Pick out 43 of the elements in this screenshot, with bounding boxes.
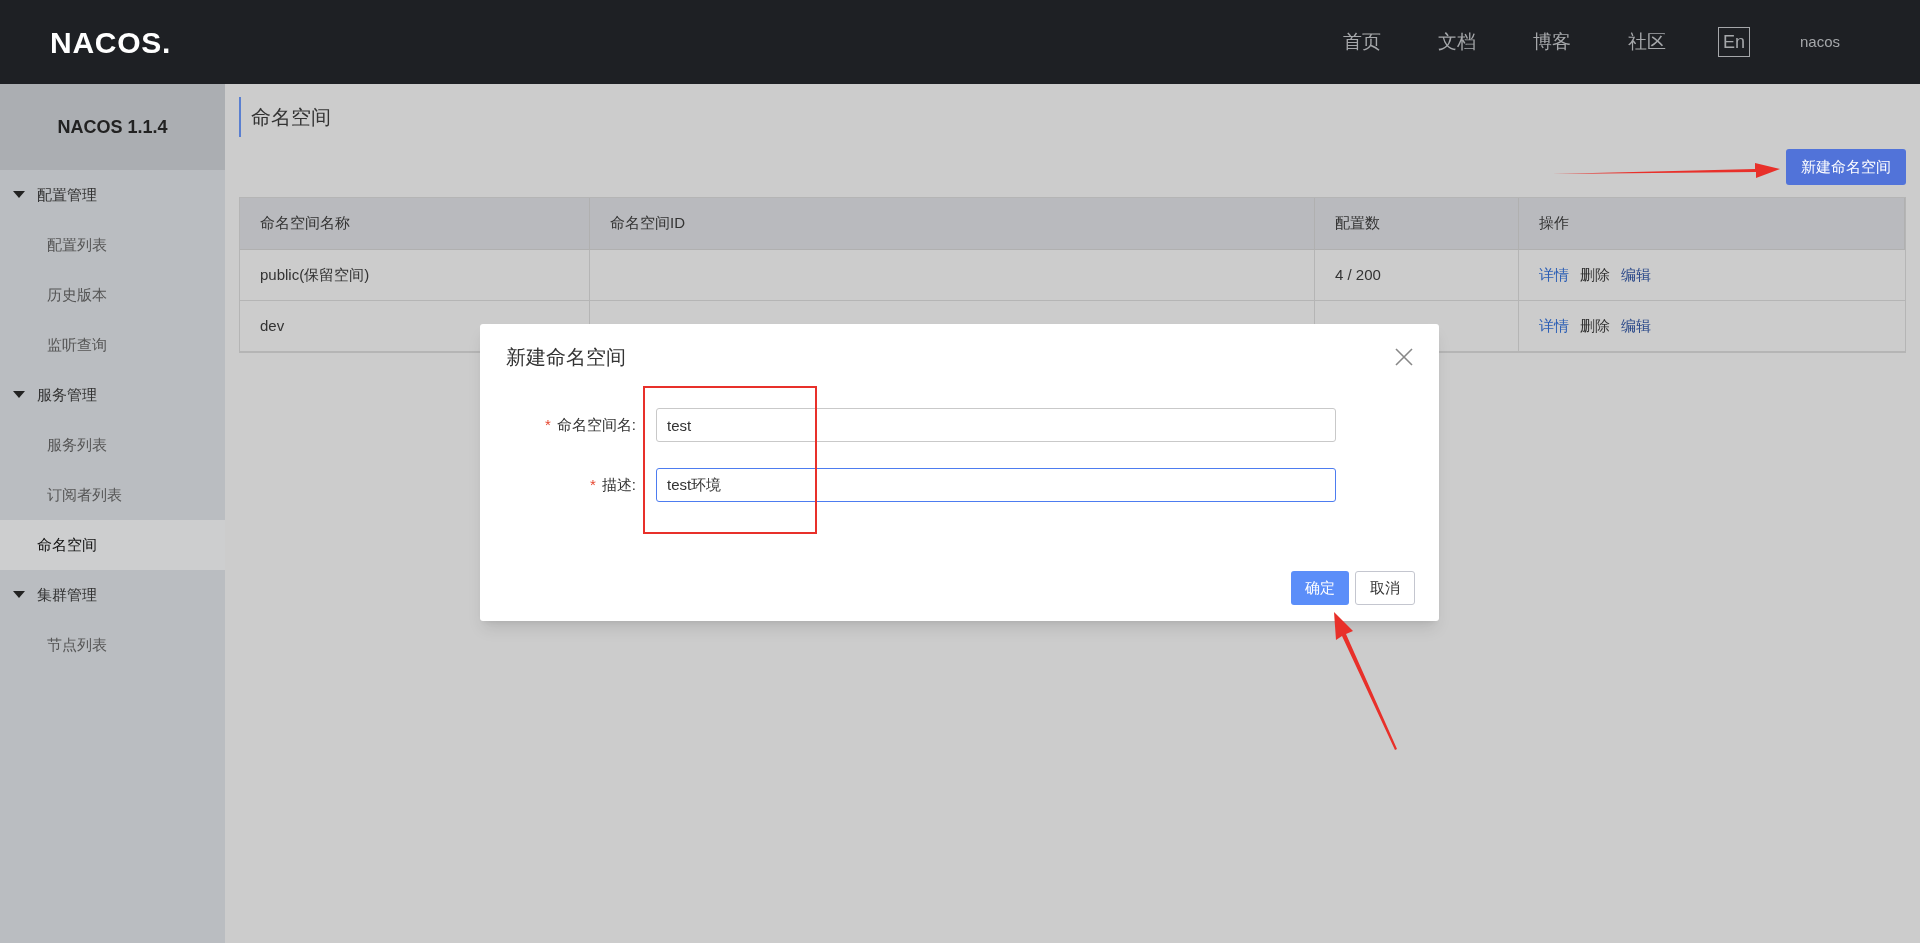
caret-icon — [13, 391, 25, 399]
column-header: 命名空间ID — [590, 198, 1315, 250]
menu-group[interactable]: 配置管理 — [0, 170, 225, 220]
table-cell: public(保留空间) — [240, 250, 590, 301]
page-title: 命名空间 — [251, 105, 331, 130]
field-label: 描述: — [601, 474, 636, 495]
action-link[interactable]: 删除 — [1580, 263, 1610, 287]
version-title: NACOS 1.1.4 — [57, 115, 168, 139]
column-header: 命名空间名称 — [240, 198, 590, 250]
table-cell: 4 / 200 — [1315, 250, 1519, 301]
menu-group[interactable]: 服务管理 — [0, 370, 225, 420]
required-mark: * — [545, 414, 551, 435]
nav-link[interactable]: 文档 — [1437, 27, 1476, 57]
user-name[interactable]: nacos — [1799, 30, 1840, 54]
action-link[interactable]: 编辑 — [1621, 263, 1651, 287]
menu-item[interactable]: 监听查询 — [0, 320, 225, 370]
nav-link[interactable]: 社区 — [1627, 27, 1666, 57]
menu-item[interactable]: 命名空间 — [0, 520, 225, 570]
menu-item[interactable]: 配置列表 — [0, 220, 225, 270]
nav-link[interactable]: 博客 — [1532, 27, 1571, 57]
action-link[interactable]: 删除 — [1580, 314, 1610, 338]
action-link[interactable]: 详情 — [1539, 263, 1569, 287]
logo[interactable]: NACOS. — [50, 19, 172, 65]
required-mark: * — [590, 474, 596, 495]
close-icon[interactable] — [1395, 348, 1413, 366]
dialog-button[interactable]: 取消 — [1355, 571, 1415, 605]
caret-icon — [13, 191, 25, 199]
menu-item[interactable]: 节点列表 — [0, 620, 225, 670]
action-link[interactable]: 编辑 — [1621, 314, 1651, 338]
language-button[interactable]: En — [1717, 27, 1750, 57]
action-link[interactable]: 详情 — [1539, 314, 1569, 338]
menu-item[interactable]: 历史版本 — [0, 270, 225, 320]
column-header: 操作 — [1519, 198, 1905, 250]
menu-item[interactable]: 服务列表 — [0, 420, 225, 470]
text-field[interactable]: test — [656, 408, 1336, 442]
new-namespace-button[interactable]: 新建命名空间 — [1786, 149, 1906, 185]
nav-link[interactable]: 首页 — [1342, 27, 1381, 57]
column-header: 配置数 — [1315, 198, 1519, 250]
caret-icon — [13, 591, 25, 599]
menu-item[interactable]: 订阅者列表 — [0, 470, 225, 520]
field-label: 命名空间名: — [556, 414, 636, 435]
menu-group[interactable]: 集群管理 — [0, 570, 225, 620]
text-field[interactable]: test环境 — [656, 468, 1336, 502]
